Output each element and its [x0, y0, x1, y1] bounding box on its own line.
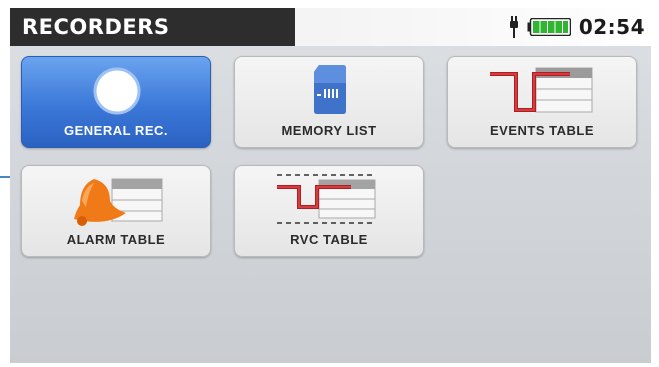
page-title: RECORDERS	[22, 15, 170, 39]
rvc-table-label: RVC TABLE	[290, 232, 368, 247]
alarm-table-button[interactable]: ALARM TABLE	[21, 165, 211, 257]
clock: 02:54	[578, 15, 645, 39]
title-bar: RECORDERS 02:54	[10, 8, 651, 46]
battery-full-icon	[527, 18, 571, 36]
title-block: RECORDERS	[10, 8, 295, 46]
events-table-icon	[490, 67, 593, 113]
memory-card-icon	[314, 65, 346, 114]
memory-list-button[interactable]: MEMORY LIST	[234, 56, 424, 148]
rvc-table-button[interactable]: RVC TABLE	[234, 165, 424, 257]
alarm-bell-icon	[74, 178, 163, 226]
memory-list-label: MEMORY LIST	[281, 123, 377, 138]
device-screen: RECORDERS 02:54 GENERAL REC. MEMORY LIST…	[10, 8, 651, 363]
record-icon	[93, 67, 141, 115]
alarm-table-label: ALARM TABLE	[66, 232, 166, 247]
events-table-label: EVENTS TABLE	[490, 123, 594, 138]
status-area: 02:54	[509, 14, 645, 40]
events-table-button[interactable]: EVENTS TABLE	[447, 56, 637, 148]
plug-icon	[509, 16, 518, 38]
rvc-table-icon	[277, 174, 376, 224]
general-rec-button[interactable]: GENERAL REC.	[21, 56, 211, 148]
general-rec-label: GENERAL REC.	[64, 123, 168, 138]
